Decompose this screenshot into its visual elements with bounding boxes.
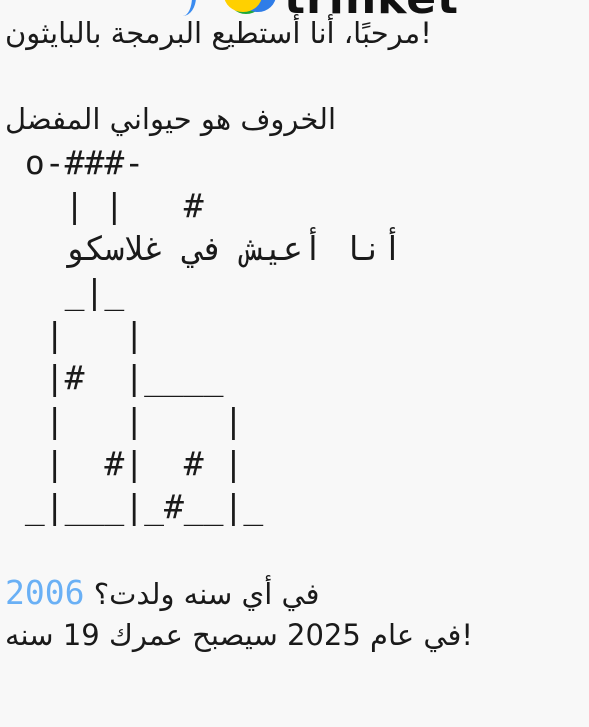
logo-text: trinket: [284, 0, 459, 24]
prompt-text: في أي سنه ولدت؟: [84, 577, 320, 611]
output-console[interactable]: مرحبًا، أنا أستطيع البرمجة بالبايثون! ال…: [0, 0, 589, 657]
ascii-art-line: _|___|_#__|_: [5, 487, 264, 526]
prompt-line: في أي سنه ولدت؟ 2006: [5, 571, 589, 614]
ascii-art-line: | | #: [5, 186, 204, 225]
result-line: في عام 2025 سيصبح عمرك 19 سنه!: [5, 618, 474, 652]
ascii-art-line: | |: [5, 315, 145, 354]
trinket-logo: trinket: [160, 0, 459, 24]
ascii-art-line: o-###-: [5, 143, 145, 182]
output-line: أنا أعيش في غلاسكو: [5, 229, 403, 268]
ascii-art-line: |# |____: [5, 358, 224, 397]
ascii-art-line: | #| # |: [5, 444, 244, 483]
trinket-logo-icon: [160, 0, 280, 18]
user-input[interactable]: 2006: [5, 573, 84, 612]
output-line: الخروف هو حيواني المفضل: [5, 102, 337, 136]
ascii-art-line: _|_: [5, 272, 125, 311]
ascii-art-line: | | |: [5, 401, 244, 440]
